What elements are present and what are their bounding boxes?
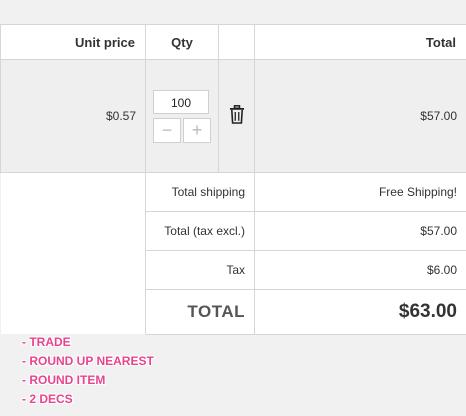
tax-excl-label: Total (tax excl.) <box>145 211 255 251</box>
delete-button[interactable] <box>229 105 245 127</box>
header-total: Total <box>254 24 466 60</box>
item-total: $57.00 <box>254 59 466 173</box>
note-line: - ROUND ITEM <box>22 373 106 387</box>
header-delete <box>218 24 255 60</box>
note-line: - 2 DECS <box>22 392 73 406</box>
grand-total-label: TOTAL <box>145 289 255 335</box>
decrement-button[interactable]: − <box>153 117 181 143</box>
grand-total-value: $63.00 <box>254 289 466 335</box>
summary-spacer <box>0 172 146 335</box>
note-line: - TRADE <box>22 335 71 349</box>
header-unit-price: Unit price <box>0 24 146 60</box>
tax-label: Tax <box>145 250 255 290</box>
shipping-label: Total shipping <box>145 172 255 212</box>
cart-table: Unit price Qty Total $0.57 100 − + $57.0… <box>0 24 466 335</box>
note-line: - ROUND UP NEAREST <box>22 354 154 368</box>
delete-cell <box>218 59 255 173</box>
tax-excl-value: $57.00 <box>254 211 466 251</box>
header-qty: Qty <box>145 24 219 60</box>
summary-row-shipping: Total shipping Free Shipping! <box>0 172 466 335</box>
item-qty-cell: 100 − + <box>145 59 219 173</box>
item-unit-price: $0.57 <box>0 59 146 173</box>
minus-icon: − <box>161 120 173 140</box>
plus-icon: + <box>191 120 203 140</box>
quantity-input[interactable]: 100 <box>153 89 209 114</box>
shipping-value: Free Shipping! <box>254 172 466 212</box>
increment-button[interactable]: + <box>183 117 211 143</box>
cart-item-row: $0.57 100 − + $57.00 <box>0 59 466 173</box>
cart-header-row: Unit price Qty Total <box>0 24 466 60</box>
annotation-notes: - TRADE - ROUND UP NEAREST - ROUND ITEM … <box>22 333 154 409</box>
trash-icon <box>229 105 244 124</box>
tax-value: $6.00 <box>254 250 466 290</box>
